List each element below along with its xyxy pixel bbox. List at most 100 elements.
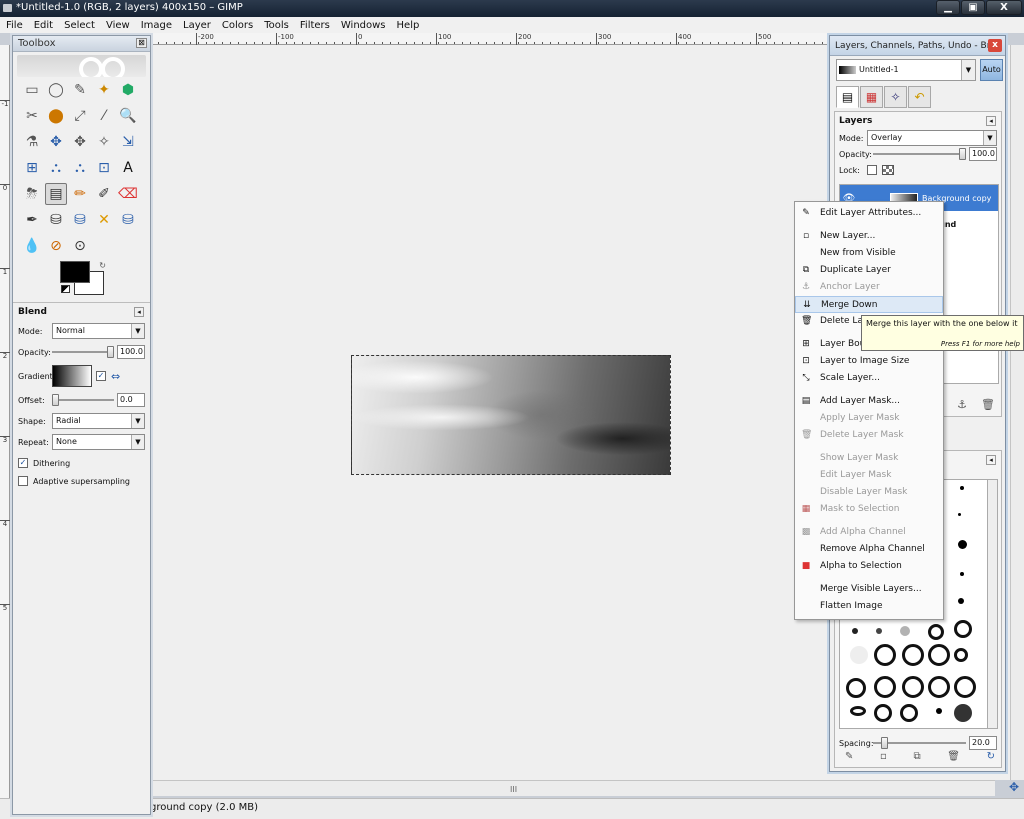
new-brush-icon[interactable]: ▫ bbox=[880, 751, 887, 765]
anchor-layer-icon[interactable]: ⚓ bbox=[957, 398, 967, 411]
tool-icon[interactable]: ✒ bbox=[21, 209, 43, 231]
tab-paths[interactable]: ✧ bbox=[884, 86, 907, 108]
offset-spinner[interactable]: 0.0 bbox=[117, 393, 145, 407]
lock-pixels-checkbox[interactable] bbox=[867, 165, 877, 175]
menu-item-mask-to-selection[interactable]: ▦ Mask to Selection bbox=[795, 501, 943, 518]
auto-button[interactable]: Auto bbox=[980, 59, 1003, 81]
layer-opacity-spinner[interactable]: 100.0 bbox=[969, 147, 997, 161]
brush-preview[interactable] bbox=[954, 620, 972, 638]
delete-brush-icon[interactable]: 🗑 bbox=[947, 751, 960, 765]
vertical-ruler[interactable]: -1 0 1 2 3 4 5 bbox=[0, 45, 10, 805]
tool-icon[interactable]: ⌫ bbox=[117, 183, 139, 205]
menu-item-layer-to-image-size[interactable]: ⊡ Layer to Image Size bbox=[795, 353, 943, 370]
menu-item-flatten-image[interactable]: Flatten Image bbox=[795, 598, 943, 615]
tool-icon[interactable]: ✥ bbox=[69, 131, 91, 153]
tool-icon[interactable]: ✕ bbox=[93, 209, 115, 231]
tool-icon[interactable]: ✧ bbox=[93, 131, 115, 153]
tool-icon[interactable]: ⛈ bbox=[21, 183, 43, 205]
reverse-gradient-checkbox[interactable]: ✓ bbox=[96, 371, 106, 381]
tool-icon[interactable]: 🔍 bbox=[117, 105, 139, 127]
brush-preview[interactable] bbox=[902, 644, 924, 666]
brush-preview[interactable] bbox=[902, 676, 924, 698]
menu-file[interactable]: File bbox=[6, 20, 23, 31]
menu-item-add-alpha-channel[interactable]: ▩ Add Alpha Channel bbox=[795, 524, 943, 541]
foreground-color-swatch[interactable] bbox=[60, 261, 90, 283]
menu-item-edit-layer-attributes[interactable]: ✎ Edit Layer Attributes... bbox=[795, 205, 943, 222]
tool-icon[interactable]: ⊞ bbox=[21, 157, 43, 179]
menu-tools[interactable]: Tools bbox=[264, 20, 289, 31]
tool-icon[interactable]: ▭ bbox=[21, 79, 43, 101]
dock-close-button[interactable]: x bbox=[988, 39, 1002, 52]
tool-icon[interactable]: ⊡ bbox=[93, 157, 115, 179]
scrollbar-grip[interactable]: III bbox=[510, 785, 517, 794]
layer-mode-combo[interactable]: Overlay ▼ bbox=[867, 130, 997, 146]
repeat-combo[interactable]: None ▼ bbox=[52, 434, 145, 450]
adaptive-row[interactable]: Adaptive supersampling bbox=[18, 472, 145, 490]
brush-preview[interactable] bbox=[874, 644, 896, 666]
tool-icon[interactable]: ⚗ bbox=[21, 131, 43, 153]
panel-menu-icon[interactable]: ◂ bbox=[986, 116, 996, 126]
tool-icon[interactable]: A bbox=[117, 157, 139, 179]
brush-preview[interactable] bbox=[958, 540, 967, 549]
opacity-slider[interactable] bbox=[52, 346, 114, 358]
gradient-preview[interactable] bbox=[52, 365, 92, 387]
tool-icon[interactable]: ✥ bbox=[45, 131, 67, 153]
brush-preview[interactable] bbox=[928, 624, 944, 640]
tool-icon[interactable]: ✏ bbox=[69, 183, 91, 205]
reset-colors-icon[interactable] bbox=[61, 285, 70, 293]
brush-preview[interactable] bbox=[900, 704, 918, 722]
tool-icon[interactable]: 💧 bbox=[21, 235, 43, 257]
brush-scrollbar[interactable] bbox=[987, 479, 998, 729]
fg-bg-color-selector[interactable]: ↻ bbox=[60, 261, 106, 297]
tool-icon[interactable]: ⬤ bbox=[45, 105, 67, 127]
tool-icon[interactable]: ⊙ bbox=[69, 235, 91, 257]
brush-preview[interactable] bbox=[874, 676, 896, 698]
brush-preview[interactable] bbox=[850, 706, 866, 716]
brush-preview[interactable] bbox=[928, 644, 950, 666]
tool-icon[interactable]: ⬢ bbox=[117, 79, 139, 101]
layer-opacity-slider[interactable] bbox=[873, 148, 966, 160]
menu-item-new-layer[interactable]: ▫ New Layer... bbox=[795, 228, 943, 245]
image-canvas[interactable] bbox=[351, 355, 671, 475]
swap-colors-icon[interactable]: ↻ bbox=[99, 261, 106, 270]
brush-preview[interactable] bbox=[900, 626, 910, 636]
brush-preview[interactable] bbox=[936, 708, 942, 714]
panel-menu-icon[interactable]: ◂ bbox=[134, 307, 144, 317]
menu-item-alpha-to-selection[interactable]: ■ Alpha to Selection bbox=[795, 558, 943, 575]
menu-item-scale-layer[interactable]: ⤡ Scale Layer... bbox=[795, 370, 943, 387]
brush-preview[interactable] bbox=[928, 676, 950, 698]
menu-view[interactable]: View bbox=[106, 20, 130, 31]
menu-item-delete-layer-mask[interactable]: 🗑 Delete Layer Mask bbox=[795, 427, 943, 444]
brush-preview[interactable] bbox=[960, 572, 964, 576]
panel-menu-icon[interactable]: ◂ bbox=[986, 455, 996, 465]
menu-item-apply-layer-mask[interactable]: Apply Layer Mask bbox=[795, 410, 943, 427]
opacity-spinner[interactable]: 100.0 bbox=[117, 345, 145, 359]
brush-preview[interactable] bbox=[846, 678, 866, 698]
tool-icon[interactable]: ✎ bbox=[69, 79, 91, 101]
tab-layers[interactable]: ▤ bbox=[836, 86, 859, 108]
menu-help[interactable]: Help bbox=[397, 20, 420, 31]
brush-preview[interactable] bbox=[954, 648, 968, 662]
menu-colors[interactable]: Colors bbox=[222, 20, 253, 31]
menu-item-disable-layer-mask[interactable]: Disable Layer Mask bbox=[795, 484, 943, 501]
delete-layer-icon[interactable]: 🗑 bbox=[981, 398, 995, 411]
brush-preview[interactable] bbox=[850, 646, 868, 664]
horizontal-ruler[interactable]: -200 -100 0 100 200 300 400 500 bbox=[150, 33, 830, 45]
close-button[interactable]: X bbox=[986, 0, 1022, 15]
tool-icon[interactable]: ⛬ bbox=[45, 157, 67, 179]
menu-filters[interactable]: Filters bbox=[300, 20, 330, 31]
refresh-brushes-icon[interactable]: ↻ bbox=[987, 751, 995, 765]
menu-item-add-layer-mask[interactable]: ▤ Add Layer Mask... bbox=[795, 393, 943, 410]
menu-layer[interactable]: Layer bbox=[183, 20, 211, 31]
menu-item-merge-visible-layers[interactable]: Merge Visible Layers... bbox=[795, 581, 943, 598]
tool-icon[interactable]: ✂ bbox=[21, 105, 43, 127]
vertical-scrollbar[interactable] bbox=[1010, 45, 1024, 780]
edit-brush-icon[interactable]: ✎ bbox=[845, 751, 853, 765]
tool-icon[interactable]: ⛁ bbox=[45, 209, 67, 231]
mode-combo[interactable]: Normal ▼ bbox=[52, 323, 145, 339]
brush-preview[interactable] bbox=[852, 628, 858, 634]
menu-select[interactable]: Select bbox=[64, 20, 95, 31]
maximize-button[interactable]: ▣ bbox=[961, 0, 985, 15]
tab-channels[interactable]: ▦ bbox=[860, 86, 883, 108]
brush-preview[interactable] bbox=[874, 704, 892, 722]
